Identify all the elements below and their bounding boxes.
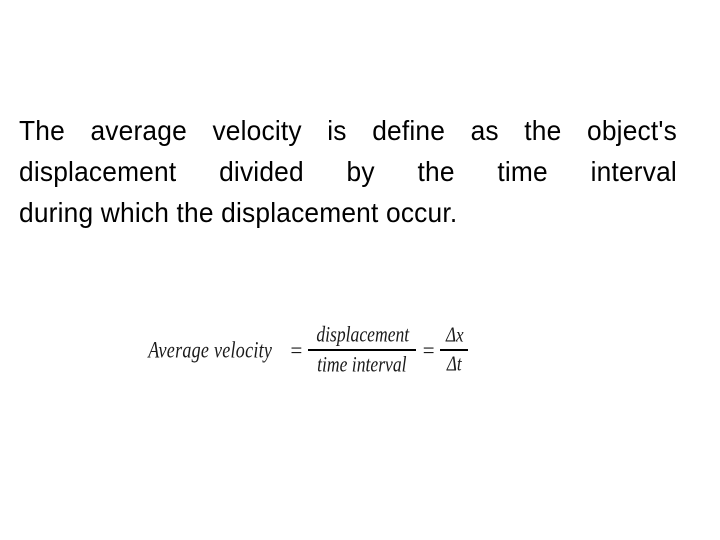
word: average — [90, 115, 187, 146]
word: The — [19, 115, 65, 146]
word: time — [497, 156, 548, 187]
word: as — [470, 115, 499, 146]
definition-line-1: The average velocity is define as the ob… — [19, 110, 677, 151]
fraction-bar — [308, 349, 417, 351]
delta-numerator: Δx — [445, 323, 464, 348]
average-velocity-formula: Average velocity = displacement time int… — [138, 310, 469, 390]
definition-paragraph: The average velocity is define as the ob… — [19, 110, 679, 233]
fraction-numerator: displacement — [315, 322, 409, 348]
word: object's — [587, 115, 677, 146]
delta-fraction-bar — [440, 349, 469, 351]
word: interval — [590, 156, 677, 187]
word: is — [327, 115, 347, 146]
equals-sign-1: = — [289, 336, 304, 363]
word: by — [346, 156, 375, 187]
main-fraction: displacement time interval — [308, 322, 417, 378]
word: the — [417, 156, 455, 187]
equals-sign-2: = — [421, 336, 436, 363]
word: velocity — [212, 115, 302, 146]
definition-line-2: displacement divided by the time interva… — [19, 151, 677, 192]
word: displacement — [19, 156, 177, 187]
delta-fraction: Δx Δt — [440, 323, 469, 377]
delta-denominator: Δt — [447, 352, 462, 377]
fraction-denominator: time interval — [317, 352, 408, 378]
slide-canvas: The average velocity is define as the ob… — [0, 0, 720, 540]
word: the — [524, 115, 562, 146]
definition-text: The average velocity is define as the ob… — [19, 110, 677, 233]
word: define — [372, 115, 446, 146]
formula-row: Average velocity = displacement time int… — [138, 310, 469, 390]
definition-line-3: during which the displacement occur. — [19, 197, 458, 228]
formula-left-hand-side: Average velocity — [148, 336, 273, 363]
word: divided — [219, 156, 304, 187]
